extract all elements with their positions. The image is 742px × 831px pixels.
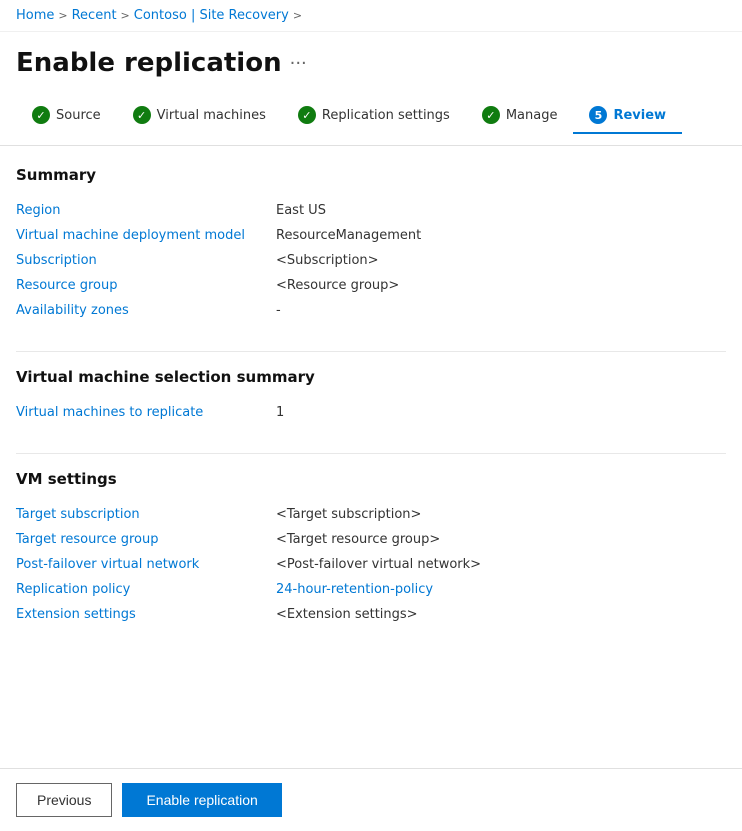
breadcrumb-home[interactable]: Home bbox=[16, 8, 54, 23]
summary-region-value: East US bbox=[276, 198, 726, 223]
enable-replication-button[interactable]: Enable replication bbox=[122, 783, 281, 817]
divider-2 bbox=[16, 453, 726, 454]
vm-settings-section: VM settings Target subscription <Target … bbox=[16, 470, 726, 627]
tab-manage-icon: ✓ bbox=[482, 106, 500, 124]
wizard-tabs: ✓ Source ✓ Virtual machines ✓ Replicatio… bbox=[0, 86, 742, 146]
page-header: Enable replication ··· bbox=[0, 32, 742, 86]
tab-source-icon: ✓ bbox=[32, 106, 50, 124]
vm-settings-table: Target subscription <Target subscription… bbox=[16, 502, 726, 627]
replication-policy-value[interactable]: 24-hour-retention-policy bbox=[276, 577, 726, 602]
summary-az-label: Availability zones bbox=[16, 298, 276, 323]
summary-rg-value: <Resource group> bbox=[276, 273, 726, 298]
breadcrumb-recent[interactable]: Recent bbox=[72, 8, 117, 23]
tab-virtual-machines[interactable]: ✓ Virtual machines bbox=[117, 98, 282, 134]
post-failover-vnet-label: Post-failover virtual network bbox=[16, 552, 276, 577]
target-sub-value: <Target subscription> bbox=[276, 502, 726, 527]
tab-review[interactable]: 5 Review bbox=[573, 98, 682, 134]
tab-source-label: Source bbox=[56, 108, 101, 123]
divider-1 bbox=[16, 351, 726, 352]
tab-manage[interactable]: ✓ Manage bbox=[466, 98, 574, 134]
post-failover-vnet-value: <Post-failover virtual network> bbox=[276, 552, 726, 577]
main-content: Summary Region East US Virtual machine d… bbox=[0, 146, 742, 675]
breadcrumb-sep-2: > bbox=[121, 9, 130, 22]
tab-review-label: Review bbox=[613, 108, 666, 123]
tab-manage-label: Manage bbox=[506, 108, 558, 123]
tab-replication-label: Replication settings bbox=[322, 108, 450, 123]
summary-region-label: Region bbox=[16, 198, 276, 223]
summary-section: Summary Region East US Virtual machine d… bbox=[16, 166, 726, 323]
breadcrumb: Home > Recent > Contoso | Site Recovery … bbox=[0, 0, 742, 32]
target-sub-label: Target subscription bbox=[16, 502, 276, 527]
breadcrumb-sep-3: > bbox=[293, 9, 302, 22]
breadcrumb-sep-1: > bbox=[58, 9, 67, 22]
summary-deployment-label: Virtual machine deployment model bbox=[16, 223, 276, 248]
vm-count-label: Virtual machines to replicate bbox=[16, 400, 276, 425]
vm-settings-title: VM settings bbox=[16, 470, 726, 488]
breadcrumb-contoso[interactable]: Contoso | Site Recovery bbox=[134, 8, 289, 23]
summary-subscription-value: <Subscription> bbox=[276, 248, 726, 273]
previous-button[interactable]: Previous bbox=[16, 783, 112, 817]
extension-settings-value: <Extension settings> bbox=[276, 602, 726, 627]
vm-count-value: 1 bbox=[276, 400, 726, 425]
vm-selection-table: Virtual machines to replicate 1 bbox=[16, 400, 726, 425]
footer: Previous Enable replication bbox=[0, 768, 742, 831]
vm-selection-title: Virtual machine selection summary bbox=[16, 368, 726, 386]
tab-replication-icon: ✓ bbox=[298, 106, 316, 124]
vm-selection-section: Virtual machine selection summary Virtua… bbox=[16, 368, 726, 425]
replication-policy-label: Replication policy bbox=[16, 577, 276, 602]
extension-settings-label: Extension settings bbox=[16, 602, 276, 627]
tab-replication-settings[interactable]: ✓ Replication settings bbox=[282, 98, 466, 134]
tab-source[interactable]: ✓ Source bbox=[16, 98, 117, 134]
tab-vms-label: Virtual machines bbox=[157, 108, 266, 123]
summary-rg-label: Resource group bbox=[16, 273, 276, 298]
tab-review-icon: 5 bbox=[589, 106, 607, 124]
target-rg-label: Target resource group bbox=[16, 527, 276, 552]
summary-title: Summary bbox=[16, 166, 726, 184]
more-options-icon[interactable]: ··· bbox=[290, 53, 307, 74]
summary-az-value: - bbox=[276, 298, 726, 323]
summary-subscription-label: Subscription bbox=[16, 248, 276, 273]
tab-vms-icon: ✓ bbox=[133, 106, 151, 124]
target-rg-value: <Target resource group> bbox=[276, 527, 726, 552]
page-title: Enable replication bbox=[16, 48, 282, 78]
summary-table: Region East US Virtual machine deploymen… bbox=[16, 198, 726, 323]
summary-deployment-value: ResourceManagement bbox=[276, 223, 726, 248]
